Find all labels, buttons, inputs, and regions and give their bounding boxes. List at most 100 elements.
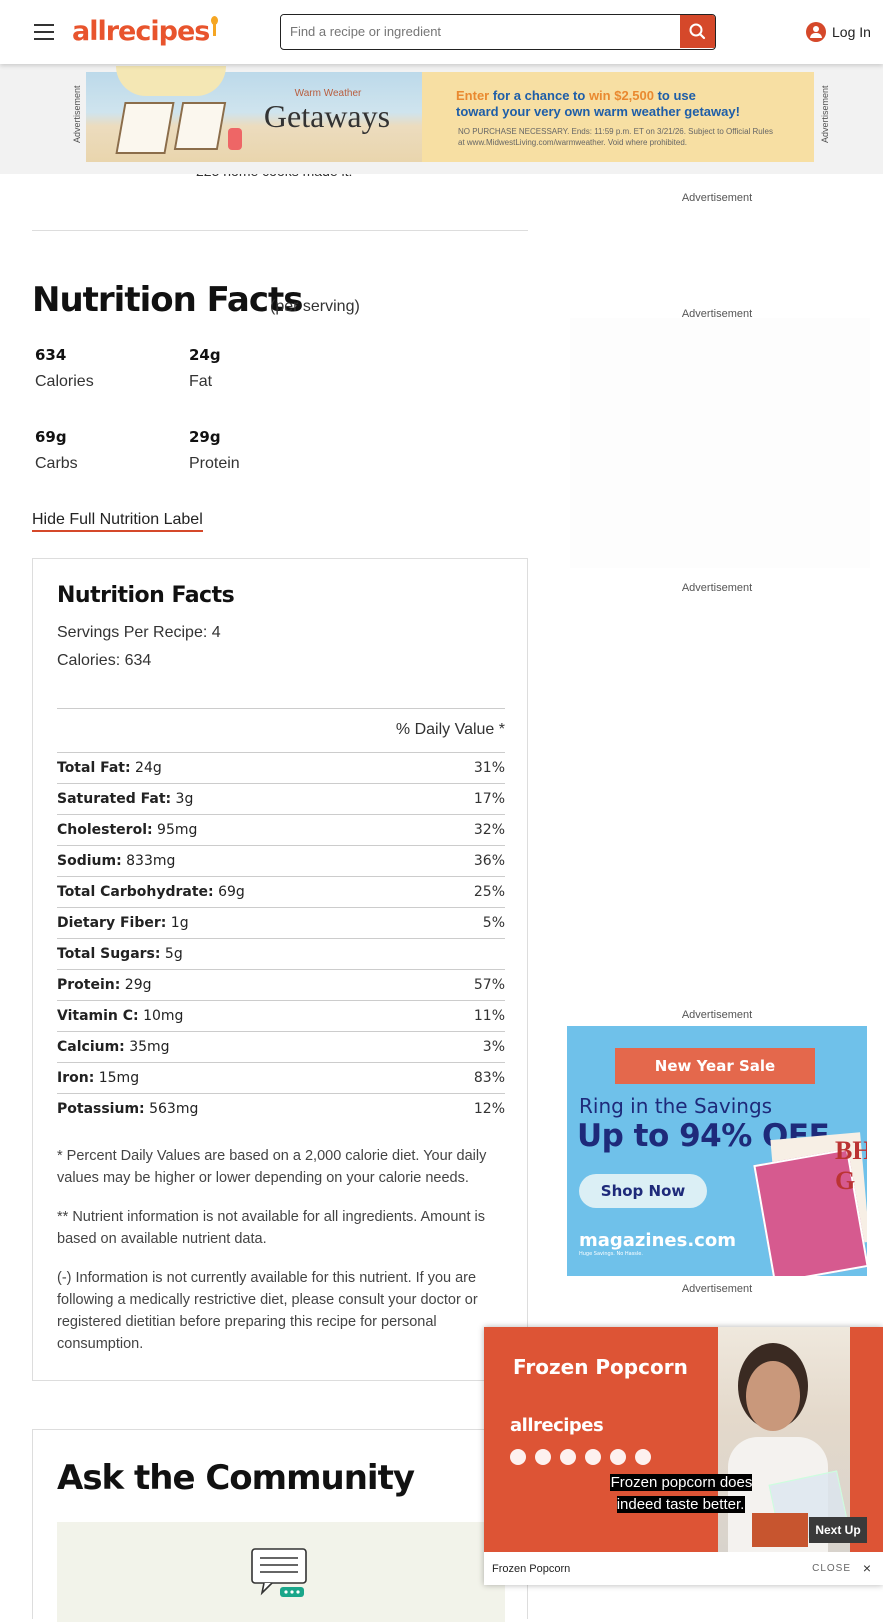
floating-video-player[interactable]: Frozen Popcorn allrecipes Frozen popcorn…: [484, 1327, 883, 1585]
nutrient-percent: 57%: [473, 977, 505, 993]
nutrient-percent: 25%: [473, 884, 505, 900]
facebook-icon: [585, 1449, 601, 1465]
nutrition-label-panel: Nutrition Facts Servings Per Recipe: 4 C…: [32, 558, 528, 1381]
nutrient-amount: 1g: [166, 915, 189, 931]
calories-line: Calories: 634: [57, 652, 152, 669]
nutrient-percent: 11%: [473, 1008, 505, 1024]
nutrient-percent: 17%: [473, 791, 505, 807]
video-footer: Frozen Popcorn CLOSE ×: [484, 1552, 883, 1585]
ad-fine-print: NO PURCHASE NECESSARY. Ends: 11:59 p.m. …: [458, 127, 773, 147]
ad-label: Advertisement: [681, 192, 753, 204]
next-video-thumbnail[interactable]: [752, 1513, 808, 1547]
umbrella-shape: [116, 66, 226, 96]
social-icons: [510, 1449, 651, 1465]
ad-side-label-right: Advertisement: [820, 85, 830, 143]
video-footer-title: Frozen Popcorn: [492, 1563, 571, 1575]
ad-offer-line2: toward your very own warm weather getawa…: [456, 104, 740, 119]
tiktok-icon: [535, 1449, 551, 1465]
logo-text: allrecipes: [72, 16, 210, 47]
search-icon: [689, 23, 706, 40]
nutrient-amount: 10mg: [138, 1008, 184, 1024]
nutrient-amount: 95mg: [152, 822, 198, 838]
nutrient-amount: 24g: [130, 760, 162, 776]
ad-label: Advertisement: [681, 1283, 753, 1295]
ad-side-label-left: Advertisement: [72, 85, 82, 143]
search-input[interactable]: [281, 15, 681, 48]
medical-disclaimer-note: (-) Information is not currently availab…: [57, 1270, 478, 1352]
sale-line1: Ring in the Savings: [579, 1094, 773, 1118]
magazines-tagline: Huge Savings. No Hassle.: [579, 1251, 643, 1257]
child-shape: [228, 128, 242, 150]
ad-offer-end: to use: [653, 88, 696, 103]
nutrient-amount: 15mg: [94, 1070, 140, 1086]
nutrition-subheading: (per serving): [270, 298, 360, 315]
ad-offer-text: Enter for a chance to win $2,500 to use …: [456, 88, 740, 120]
video-title: Frozen Popcorn: [513, 1355, 688, 1379]
nutrient-percent: 12%: [473, 1101, 505, 1117]
nutrient-percent: 3%: [482, 1039, 505, 1055]
nutrient-row: Potassium: 563mg 12%: [57, 1093, 505, 1124]
nutrient-percent: 36%: [473, 853, 505, 869]
nutrient-name: Calcium:: [57, 1039, 125, 1055]
instagram-icon: [560, 1449, 576, 1465]
stat-label: Fat: [189, 373, 213, 390]
site-logo[interactable]: allrecipes: [72, 16, 219, 47]
shop-now-button[interactable]: Shop Now: [579, 1174, 707, 1208]
login-button[interactable]: Log In: [806, 22, 871, 42]
stat-label: Carbs: [35, 455, 78, 472]
beach-chair-shape: [115, 102, 175, 154]
heading-underline: [57, 1502, 358, 1510]
nutrient-amount: 3g: [171, 791, 194, 807]
ad-label: Advertisement: [681, 1009, 753, 1021]
nutrient-row: Saturated Fat: 3g 17%: [57, 783, 505, 814]
nutrient-amount: 29g: [120, 977, 152, 993]
nutrition-heading: Nutrition Facts: [32, 280, 303, 320]
getaways-ad-banner[interactable]: Warm Weather Getaways Enter for a chance…: [86, 66, 814, 162]
stat-fat: 24g Fat: [189, 346, 221, 391]
nutrient-name: Total Sugars:: [57, 946, 161, 962]
magazine-sale-ad[interactable]: New Year Sale Ring in the Savings Up to …: [567, 1026, 867, 1276]
top-ad-bar: Advertisement Warm Weather Getaways Ente…: [0, 64, 883, 174]
daily-value-note: * Percent Daily Values are based on a 2,…: [57, 1148, 487, 1186]
nutrient-amount: 35mg: [124, 1039, 170, 1055]
daily-value-header: % Daily Value *: [57, 708, 505, 752]
nutrient-name: Iron:: [57, 1070, 95, 1086]
nutrient-row: Total Sugars: 5g: [57, 938, 505, 969]
close-label[interactable]: CLOSE: [812, 1563, 851, 1574]
nutrient-name: Cholesterol:: [57, 822, 153, 838]
nutrient-row: Sodium: 833mg 36%: [57, 845, 505, 876]
section-divider: [32, 230, 528, 231]
x-icon: [610, 1449, 626, 1465]
nutrient-row: Dietary Fiber: 1g 5%: [57, 907, 505, 938]
nutrient-percent: 32%: [473, 822, 505, 838]
ad-enter: Enter: [456, 88, 490, 103]
chat-bubble-icon: [251, 1548, 307, 1597]
nutrient-amount: 563mg: [144, 1101, 199, 1117]
bhg-logo: BH G: [835, 1136, 867, 1195]
login-label: Log In: [832, 24, 871, 40]
stat-value: 69g: [35, 428, 67, 446]
next-up-button[interactable]: Next Up: [809, 1517, 867, 1543]
stat-value: 24g: [189, 346, 221, 364]
nutrient-row: Cholesterol: 95mg 32%: [57, 814, 505, 845]
nutrient-name: Sodium:: [57, 853, 122, 869]
nutrient-amount: 833mg: [121, 853, 176, 869]
close-icon[interactable]: ×: [863, 1560, 871, 1576]
ad-beach-image: Warm Weather Getaways: [86, 66, 422, 162]
search-button[interactable]: [680, 15, 715, 48]
video-stage[interactable]: Frozen Popcorn allrecipes Frozen popcorn…: [484, 1327, 883, 1552]
nutrient-row: Vitamin C: 10mg 11%: [57, 1000, 505, 1031]
nutrient-name: Total Carbohydrate:: [57, 884, 214, 900]
stat-calories: 634 Calories: [35, 346, 94, 391]
caption-text: Frozen popcorn does indeed taste better.: [609, 1474, 753, 1513]
hide-nutrition-label-link[interactable]: Hide Full Nutrition Label: [32, 511, 203, 532]
nutrient-row: Total Carbohydrate: 69g 25%: [57, 876, 505, 907]
stat-carbs: 69g Carbs: [35, 428, 78, 473]
menu-icon[interactable]: [34, 24, 54, 40]
nutrient-row: Calcium: 35mg 3%: [57, 1031, 505, 1062]
video-caption: Frozen popcorn does indeed taste better.: [604, 1472, 758, 1516]
nutrient-name: Dietary Fiber:: [57, 915, 167, 931]
nutrient-percent: 83%: [473, 1070, 505, 1086]
nutrient-name: Potassium:: [57, 1101, 145, 1117]
nutrient-percent: 31%: [473, 760, 505, 776]
